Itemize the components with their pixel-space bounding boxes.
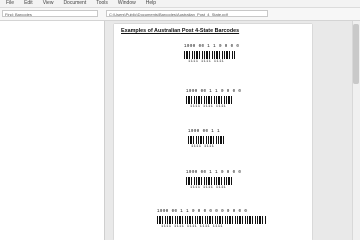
barcode-1 bbox=[184, 51, 236, 59]
barcode-3-caption: 1111 1111 bbox=[191, 145, 215, 149]
barcode-5-caption: 1111 1111 1111 1111 1111 bbox=[161, 225, 223, 229]
menu-tools[interactable]: Tools bbox=[96, 0, 108, 7]
barcode-4-label: 1000 00 1 1 0 0 0 0 bbox=[186, 171, 242, 175]
menu-help[interactable]: Help bbox=[146, 0, 156, 7]
toolbar: Find: Barcodes C:\Users\Public\Documents… bbox=[0, 8, 360, 21]
menu-edit[interactable]: Edit bbox=[24, 0, 33, 7]
barcode-2-label: 1000 00 1 1 0 0 0 0 bbox=[186, 90, 242, 94]
menu-file[interactable]: File bbox=[6, 0, 14, 7]
find-input[interactable]: Find: Barcodes bbox=[2, 10, 98, 17]
menu-view[interactable]: View bbox=[43, 0, 54, 7]
barcode-3 bbox=[188, 136, 226, 144]
sidebar-panel bbox=[0, 21, 105, 240]
barcode-2 bbox=[186, 96, 234, 104]
barcode-2-caption: 1111 1111 1111 bbox=[190, 105, 227, 109]
menu-document[interactable]: Document bbox=[63, 0, 86, 7]
page-title: Examples of Australian Post 4-State Barc… bbox=[121, 28, 240, 34]
barcode-3-label: 1000 00 1 1 bbox=[188, 130, 221, 134]
scrollbar-thumb[interactable] bbox=[353, 24, 359, 84]
barcode-4 bbox=[186, 177, 234, 185]
barcode-1-label: 1000 00 1 1 0 0 0 0 bbox=[184, 45, 240, 49]
barcode-1-caption: 1111 1111 1111 bbox=[188, 60, 225, 64]
barcode-5-label: 1000 00 1 1 0 0 0 0 0 0 0 0 0 0 bbox=[157, 210, 248, 214]
barcode-4-caption: 1111 1111 1111 bbox=[190, 186, 227, 190]
menu-window[interactable]: Window bbox=[118, 0, 136, 7]
barcode-5 bbox=[157, 216, 267, 224]
path-field[interactable]: C:\Users\Public\Documents\Barcodes\Austr… bbox=[106, 10, 268, 17]
menu-bar: File Edit View Document Tools Window Hel… bbox=[0, 0, 360, 8]
